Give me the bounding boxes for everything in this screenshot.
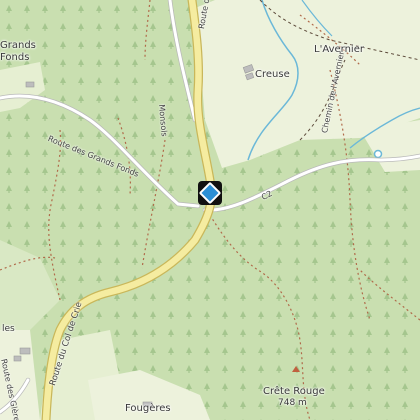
label-creuse: Creuse bbox=[255, 69, 290, 80]
label-grands-fonds-1: Grands bbox=[0, 40, 36, 51]
label-crete-rouge: Crête Rouge bbox=[263, 386, 325, 397]
directions-diamond-icon bbox=[198, 181, 222, 205]
label-crete-rouge-elevation: 748 m bbox=[278, 398, 307, 408]
label-grands-fonds-2: Fonds bbox=[0, 52, 30, 63]
building-grands-fonds bbox=[25, 81, 35, 88]
building-gleres-2 bbox=[13, 355, 22, 362]
spring-icon bbox=[373, 149, 383, 159]
label-fougeres: Fougères bbox=[125, 403, 171, 414]
map-view[interactable]: Grands Fonds L'Avernier Creuse Crête Rou… bbox=[0, 0, 420, 420]
building-gleres-1 bbox=[19, 347, 31, 355]
directions-marker-button[interactable] bbox=[198, 181, 222, 205]
label-les: les bbox=[2, 324, 15, 334]
